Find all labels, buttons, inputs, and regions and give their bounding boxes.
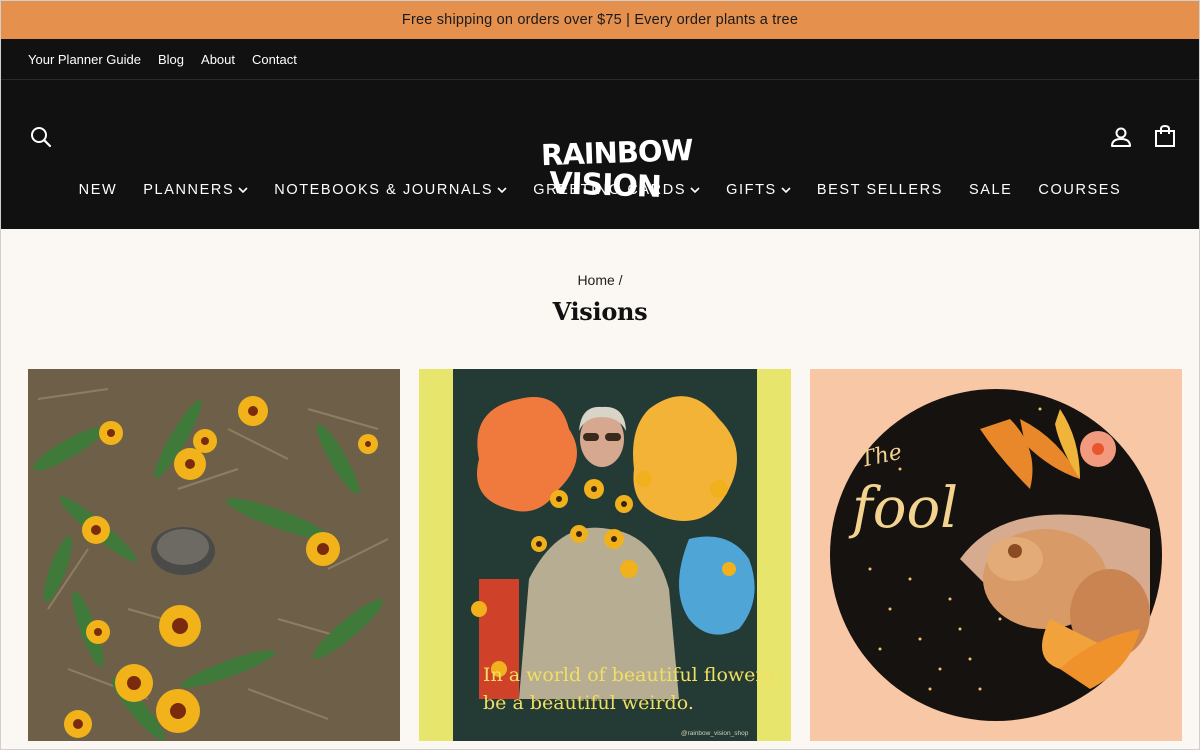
announcement-bar: Free shipping on orders over $75 | Every… bbox=[1, 1, 1199, 39]
cart-button[interactable] bbox=[1153, 124, 1177, 148]
utility-nav: Your Planner Guide Blog About Contact bbox=[1, 39, 1199, 80]
nav-label: GIFTS bbox=[726, 182, 777, 198]
nav-best-sellers[interactable]: BEST SELLERS bbox=[817, 182, 943, 198]
nav-label: GREETING CARDS bbox=[533, 182, 687, 198]
garden-flowers-image bbox=[28, 369, 400, 741]
gallery-tile-weirdo[interactable]: In a world of beautiful flowers, be a be… bbox=[419, 369, 791, 741]
gallery-tile-garden[interactable] bbox=[28, 369, 400, 741]
poster-credit: @rainbow_vision_shop bbox=[681, 730, 749, 737]
nav-courses[interactable]: COURSES bbox=[1038, 182, 1121, 198]
page-title: Visions bbox=[552, 297, 648, 326]
util-link-planner-guide[interactable]: Your Planner Guide bbox=[28, 52, 141, 67]
poster-caption-line1: In a world of beautiful flowers, bbox=[483, 664, 780, 686]
search-icon bbox=[31, 127, 52, 148]
nav-new[interactable]: NEW bbox=[79, 182, 118, 198]
logo-line1: RAINBOW bbox=[540, 132, 694, 173]
gallery-tile-fool[interactable]: The fool bbox=[810, 369, 1182, 741]
announcement-text: Free shipping on orders over $75 | Every… bbox=[401, 12, 799, 28]
chevron-down-icon bbox=[497, 187, 507, 194]
site-header: Your Planner Guide Blog About Contact RA… bbox=[1, 39, 1199, 229]
util-link-about[interactable]: About bbox=[201, 52, 235, 67]
beautiful-weirdo-image: In a world of beautiful flowers, be a be… bbox=[419, 369, 791, 741]
cart-icon bbox=[1155, 124, 1175, 147]
nav-label: COURSES bbox=[1038, 182, 1122, 198]
nav-notebooks-journals[interactable]: NOTEBOOKS & JOURNALS bbox=[274, 182, 507, 198]
fool-title-big: fool bbox=[848, 476, 958, 541]
nav-label: PLANNERS bbox=[143, 182, 235, 198]
util-link-blog[interactable]: Blog bbox=[158, 52, 184, 67]
nav-label: SALE bbox=[968, 182, 1013, 198]
poster-caption-line2: be a beautiful weirdo. bbox=[483, 692, 694, 714]
page: Free shipping on orders over $75 | Every… bbox=[0, 0, 1200, 750]
breadcrumb-home[interactable]: Home / bbox=[577, 272, 622, 288]
nav-planners[interactable]: PLANNERS bbox=[143, 182, 248, 198]
chevron-down-icon bbox=[238, 187, 248, 194]
nav-label: NEW bbox=[78, 182, 118, 198]
breadcrumb[interactable]: Home / bbox=[1, 272, 1199, 288]
chevron-down-icon bbox=[781, 187, 791, 194]
main-nav: NEW PLANNERS NOTEBOOKS & JOURNALS GREETI… bbox=[1, 182, 1199, 198]
account-icon bbox=[1111, 127, 1131, 147]
the-fool-image: The fool bbox=[810, 369, 1182, 741]
search-button[interactable] bbox=[29, 125, 53, 149]
nav-sale[interactable]: SALE bbox=[969, 182, 1012, 198]
nav-label: NOTEBOOKS & JOURNALS bbox=[274, 182, 494, 198]
util-link-contact[interactable]: Contact bbox=[252, 52, 297, 67]
nav-gifts[interactable]: GIFTS bbox=[726, 182, 791, 198]
account-button[interactable] bbox=[1109, 125, 1133, 149]
nav-greeting-cards[interactable]: GREETING CARDS bbox=[533, 182, 700, 198]
nav-label: BEST SELLERS bbox=[816, 182, 943, 198]
gallery-grid: In a world of beautiful flowers, be a be… bbox=[28, 369, 1182, 741]
chevron-down-icon bbox=[690, 187, 700, 194]
